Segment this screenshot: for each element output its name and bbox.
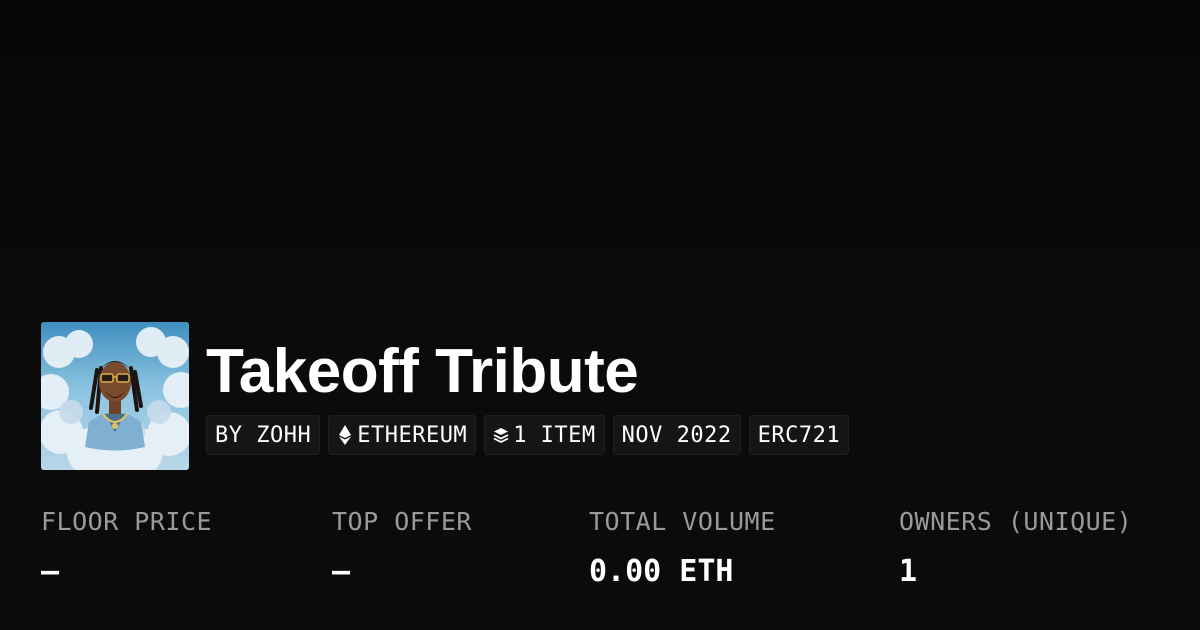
standard-tag-label: ERC721 [757, 422, 841, 448]
top-offer-stat: TOP OFFER – [332, 505, 472, 589]
top-offer-label: TOP OFFER [332, 507, 472, 536]
creator-tag-label: BY ZOHH [215, 422, 312, 448]
collection-preview-card: Takeoff Tribute BY ZOHH ETHEREUM 1 ITEM … [0, 0, 1200, 630]
collection-avatar [41, 322, 189, 470]
owners-label: OWNERS (UNIQUE) [899, 507, 1133, 536]
floor-price-stat: FLOOR PRICE – [41, 505, 212, 589]
standard-tag[interactable]: ERC721 [748, 415, 850, 455]
item-count-tag[interactable]: 1 ITEM [484, 415, 605, 455]
layers-icon [493, 425, 509, 445]
chain-tag[interactable]: ETHEREUM [328, 415, 477, 455]
floor-price-label: FLOOR PRICE [41, 507, 213, 536]
date-tag-label: NOV 2022 [621, 422, 732, 448]
owners-stat: OWNERS (UNIQUE) 1 [899, 505, 1132, 589]
total-volume-stat: TOTAL VOLUME 0.00 ETH [589, 505, 776, 589]
chain-tag-label: ETHEREUM [357, 422, 468, 448]
owners-value: 1 [899, 554, 918, 589]
total-volume-label: TOTAL VOLUME [589, 507, 776, 536]
creator-tag[interactable]: BY ZOHH [206, 415, 321, 455]
collection-title: Takeoff Tribute [206, 337, 639, 406]
top-offer-value: – [332, 554, 351, 589]
collection-tags: BY ZOHH ETHEREUM 1 ITEM NOV 2022 ERC721 [206, 415, 850, 455]
total-volume-value: 0.00 ETH [589, 554, 734, 589]
date-tag[interactable]: NOV 2022 [612, 415, 741, 455]
item-count-tag-label: 1 ITEM [513, 422, 596, 448]
ethereum-icon [337, 425, 353, 445]
floor-price-value: – [41, 554, 60, 589]
